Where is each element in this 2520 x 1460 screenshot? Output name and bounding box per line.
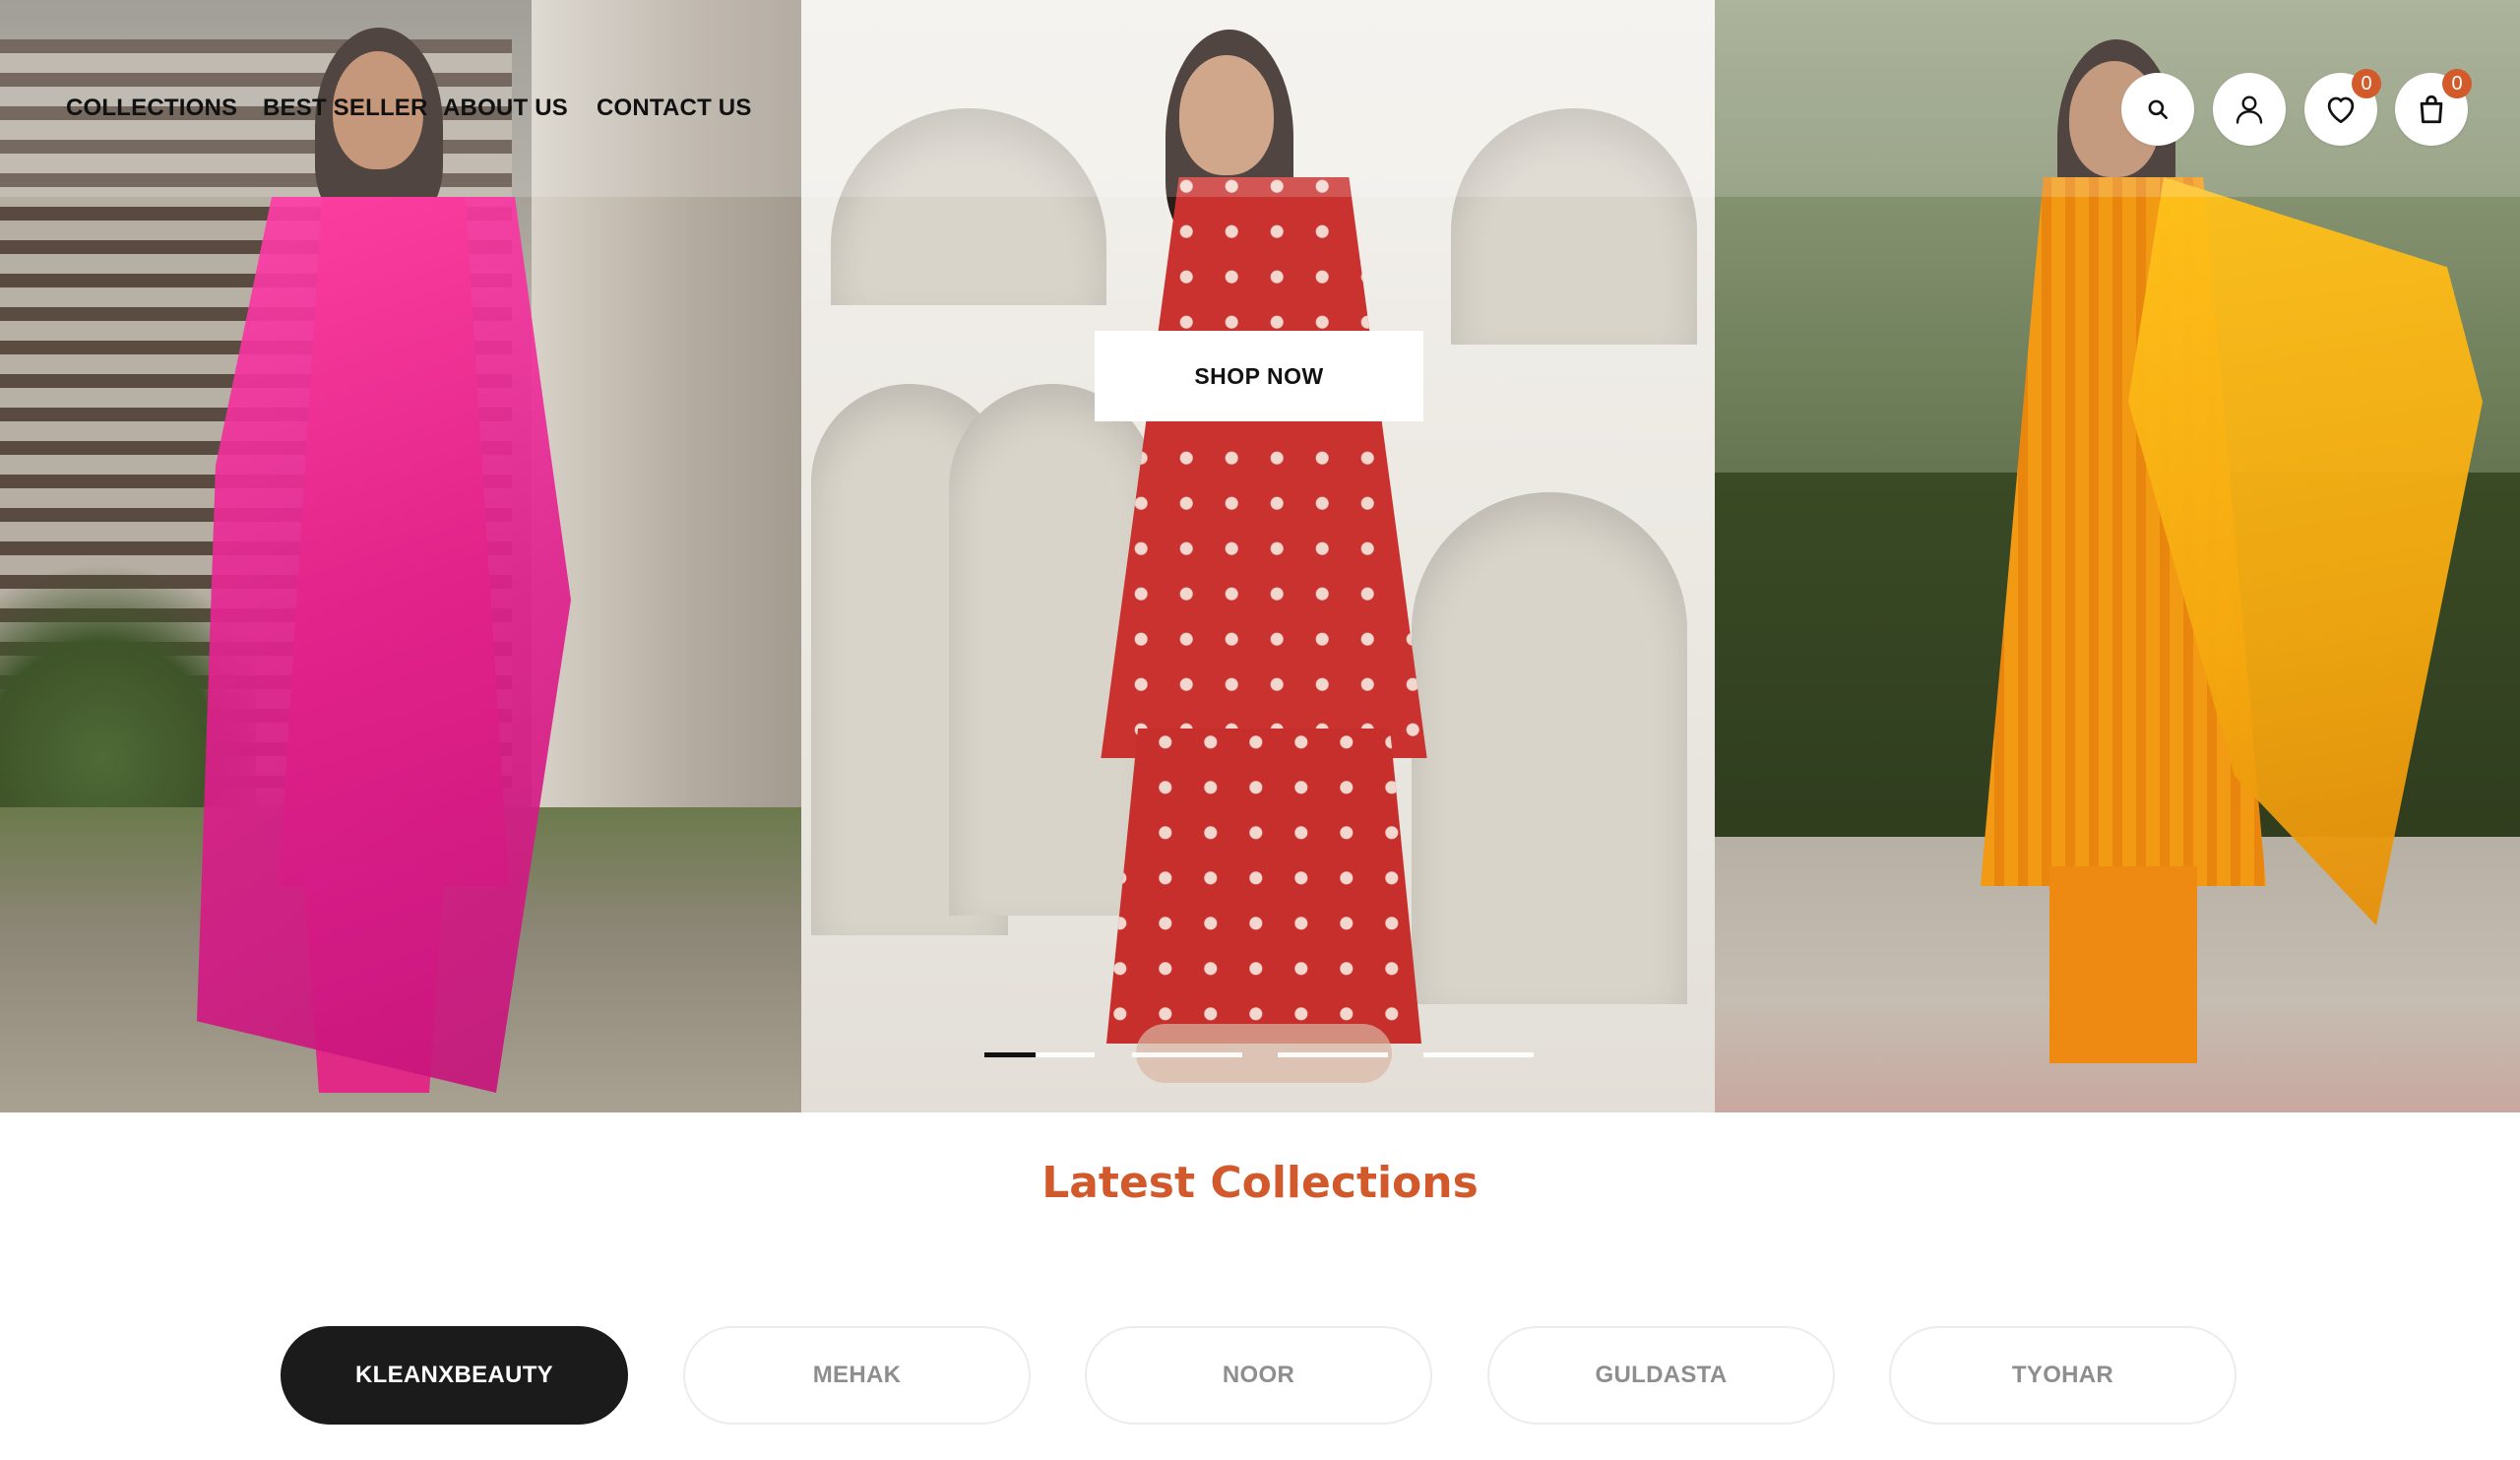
- slider-dot-1[interactable]: [984, 1052, 1095, 1057]
- slider-dot-4[interactable]: [1423, 1052, 1534, 1057]
- cart-count-badge: 0: [2442, 69, 2472, 98]
- nav-item-best-seller[interactable]: BEST SELLER: [263, 95, 428, 122]
- shopping-bag-icon: [2420, 95, 2443, 124]
- wishlist-count-badge: 0: [2352, 69, 2381, 98]
- hero-banner: COLLECTIONS BEST SELLER ABOUT US CONTACT…: [0, 0, 2520, 1112]
- slider-dot-2[interactable]: [1132, 1052, 1242, 1057]
- search-icon: [2148, 99, 2168, 119]
- collection-tab-kleanxbeauty[interactable]: KLEANXBEAUTY: [281, 1326, 628, 1425]
- collection-tab-tyohar[interactable]: TYOHAR: [1889, 1326, 2236, 1425]
- wishlist-button[interactable]: 0: [2304, 69, 2381, 146]
- slider-dot-3[interactable]: [1278, 1052, 1388, 1057]
- collection-tab-guldasta[interactable]: GULDASTA: [1487, 1326, 1835, 1425]
- pink-dupatta: [197, 197, 571, 1093]
- collection-tab-mehak[interactable]: MEHAK: [683, 1326, 1031, 1425]
- shop-now-button[interactable]: SHOP NOW: [1095, 331, 1423, 421]
- heart-icon: [2327, 96, 2355, 124]
- cart-button[interactable]: 0: [2395, 69, 2472, 146]
- search-button[interactable]: [2121, 73, 2194, 146]
- collection-tab-noor[interactable]: NOOR: [1085, 1326, 1432, 1425]
- slider-pagination: [984, 1052, 1536, 1058]
- account-button[interactable]: [2213, 73, 2286, 146]
- orange-pants: [2049, 866, 2197, 1063]
- red-printed-palazzo: [1106, 729, 1421, 1044]
- section-title: Latest Collections: [1041, 1158, 1479, 1208]
- user-icon: [2236, 95, 2263, 124]
- nav-item-contact-us[interactable]: CONTACT US: [597, 95, 752, 122]
- nav-item-about-us[interactable]: ABOUT US: [443, 95, 568, 122]
- nav-item-collections[interactable]: COLLECTIONS: [66, 95, 237, 122]
